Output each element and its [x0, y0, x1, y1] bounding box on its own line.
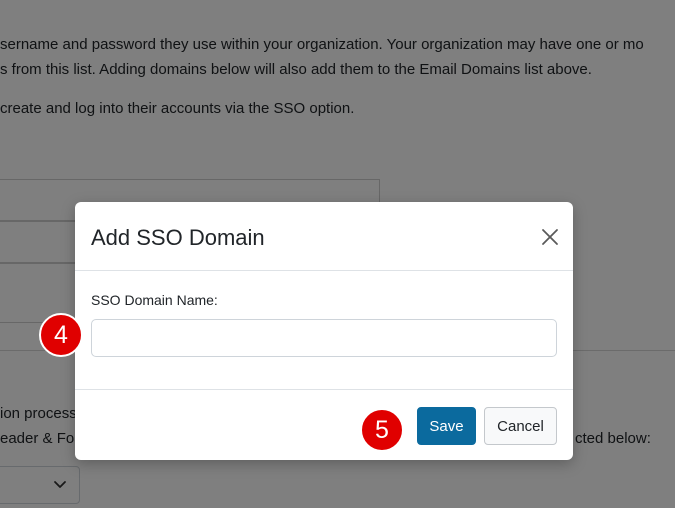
step-marker-4: 4: [39, 313, 83, 357]
modal-title: Add SSO Domain: [91, 225, 265, 250]
sso-domain-name-label: SSO Domain Name:: [91, 292, 218, 308]
modal-header: Add SSO Domain: [75, 202, 573, 271]
step-marker-5: 5: [360, 408, 404, 452]
save-button[interactable]: Save: [417, 407, 476, 445]
cancel-button[interactable]: Cancel: [484, 407, 557, 445]
sso-domain-name-input[interactable]: [91, 319, 557, 357]
modal-footer: Save Cancel: [75, 389, 573, 460]
close-icon[interactable]: [539, 226, 561, 248]
modal-body: SSO Domain Name:: [75, 271, 573, 389]
add-sso-domain-dialog: Add SSO Domain SSO Domain Name: Save Can…: [75, 202, 573, 460]
